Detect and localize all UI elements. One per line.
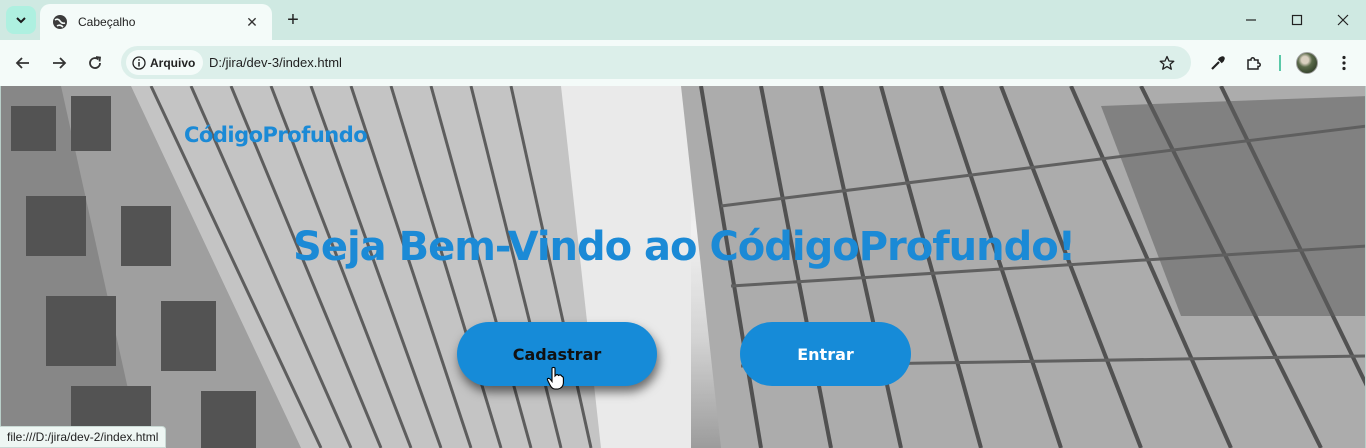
tab-strip: Cabeçalho ✕ + bbox=[0, 0, 1366, 40]
browser-tab[interactable]: Cabeçalho ✕ bbox=[40, 4, 272, 40]
puzzle-icon bbox=[1247, 57, 1261, 70]
eyedropper-button[interactable] bbox=[1204, 49, 1232, 77]
maximize-button[interactable] bbox=[1274, 0, 1320, 40]
eyedropper-icon bbox=[1211, 56, 1225, 70]
arrow-left-icon bbox=[15, 57, 29, 69]
tab-search-button[interactable] bbox=[6, 6, 36, 34]
brand-logo-text[interactable]: CódigoProfundo bbox=[184, 123, 368, 147]
globe-icon bbox=[53, 15, 67, 29]
page-title: Seja Bem-Vindo ao CódigoProfundo! bbox=[293, 224, 1076, 270]
info-icon bbox=[132, 55, 146, 70]
forward-button[interactable] bbox=[45, 49, 73, 77]
site-info-label: Arquivo bbox=[150, 55, 196, 70]
bookmark-button[interactable] bbox=[1157, 53, 1177, 73]
reload-icon bbox=[89, 56, 102, 69]
profile-avatar[interactable] bbox=[1296, 52, 1318, 74]
minimize-button[interactable] bbox=[1228, 0, 1274, 40]
hand-pointer-cursor-icon bbox=[546, 366, 564, 390]
tab-title: Cabeçalho bbox=[78, 15, 136, 29]
extensions-button[interactable] bbox=[1240, 49, 1268, 77]
new-tab-button[interactable]: + bbox=[281, 9, 305, 31]
back-button[interactable] bbox=[9, 49, 37, 77]
arrow-right-icon bbox=[53, 57, 67, 69]
minimize-icon bbox=[1246, 19, 1256, 21]
chevron-down-icon bbox=[16, 17, 26, 24]
page-viewport: CódigoProfundo Seja Bem-Vindo ao CódigoP… bbox=[0, 86, 1366, 448]
login-button[interactable]: Entrar bbox=[740, 322, 911, 386]
close-tab-icon[interactable]: ✕ bbox=[242, 12, 262, 32]
more-vert-icon bbox=[1342, 55, 1346, 71]
toolbar-divider bbox=[1279, 55, 1281, 71]
status-bar-url: file:///D:/jira/dev-2/index.html bbox=[0, 426, 167, 448]
url-text[interactable]: D:/jira/dev-3/index.html bbox=[209, 55, 342, 70]
browser-toolbar: Arquivo D:/jira/dev-3/index.html bbox=[0, 40, 1366, 86]
address-bar[interactable]: Arquivo D:/jira/dev-3/index.html bbox=[121, 46, 1191, 79]
maximize-icon bbox=[1291, 14, 1303, 26]
star-icon bbox=[1159, 55, 1175, 70]
site-info-chip[interactable]: Arquivo bbox=[126, 50, 204, 75]
reload-button[interactable] bbox=[81, 49, 109, 77]
menu-button[interactable] bbox=[1330, 49, 1358, 77]
close-icon bbox=[1337, 14, 1349, 26]
close-window-button[interactable] bbox=[1320, 0, 1366, 40]
